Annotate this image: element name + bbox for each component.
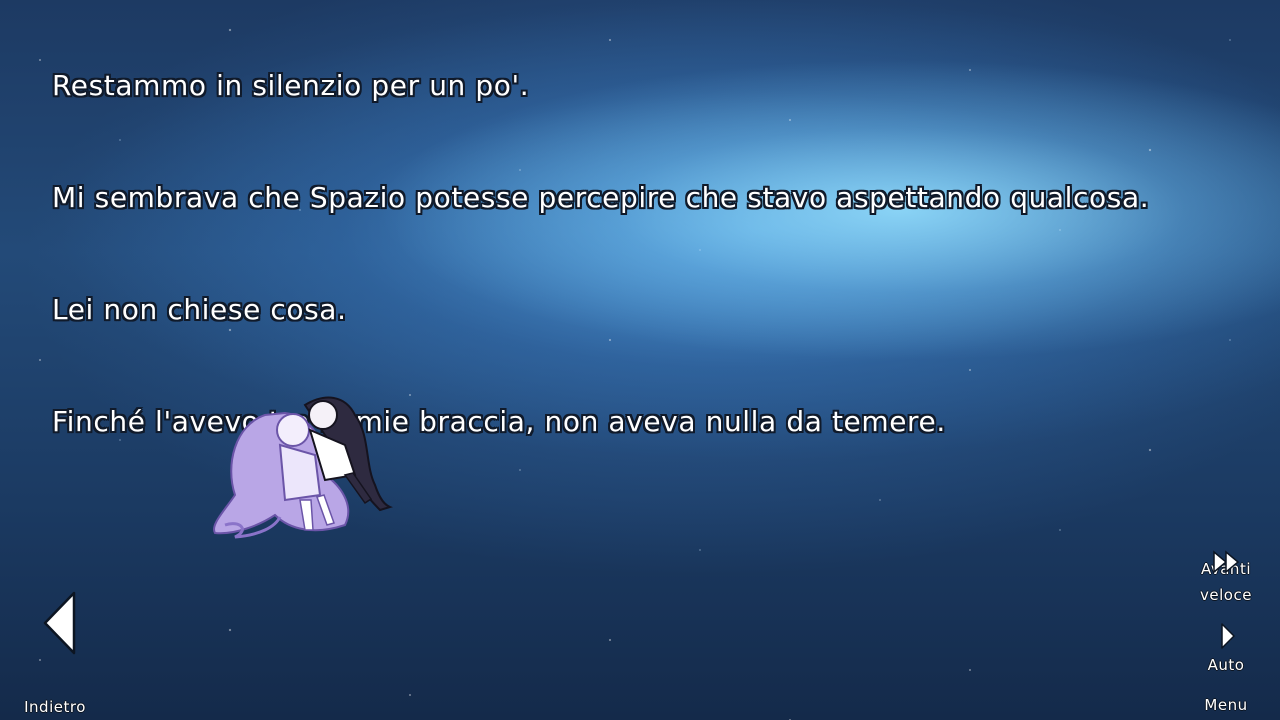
fast-forward-label-line2: veloce (1200, 586, 1252, 604)
triangle-left-icon (43, 591, 76, 655)
menu-label: Menu (1204, 696, 1248, 714)
narration-line-1: Restammo in silenzio per un po'. (52, 69, 530, 102)
double-chevron-right-icon (1213, 550, 1240, 574)
narration-line-2: Mi sembrava che Spazio potesse percepire… (52, 181, 1150, 214)
triangle-right-icon (1221, 623, 1235, 649)
narration-line-3: Lei non chiese cosa. (52, 293, 347, 326)
back-button[interactable]: Indietro (14, 590, 96, 720)
auto-button[interactable]: Auto (1190, 620, 1262, 678)
auto-label: Auto (1207, 656, 1245, 674)
menu-button[interactable]: Menu (1190, 692, 1262, 718)
embracing-characters-sprite (213, 396, 394, 539)
fast-forward-button[interactable]: Avanti veloce (1190, 548, 1262, 608)
back-label: Indietro (24, 698, 86, 716)
